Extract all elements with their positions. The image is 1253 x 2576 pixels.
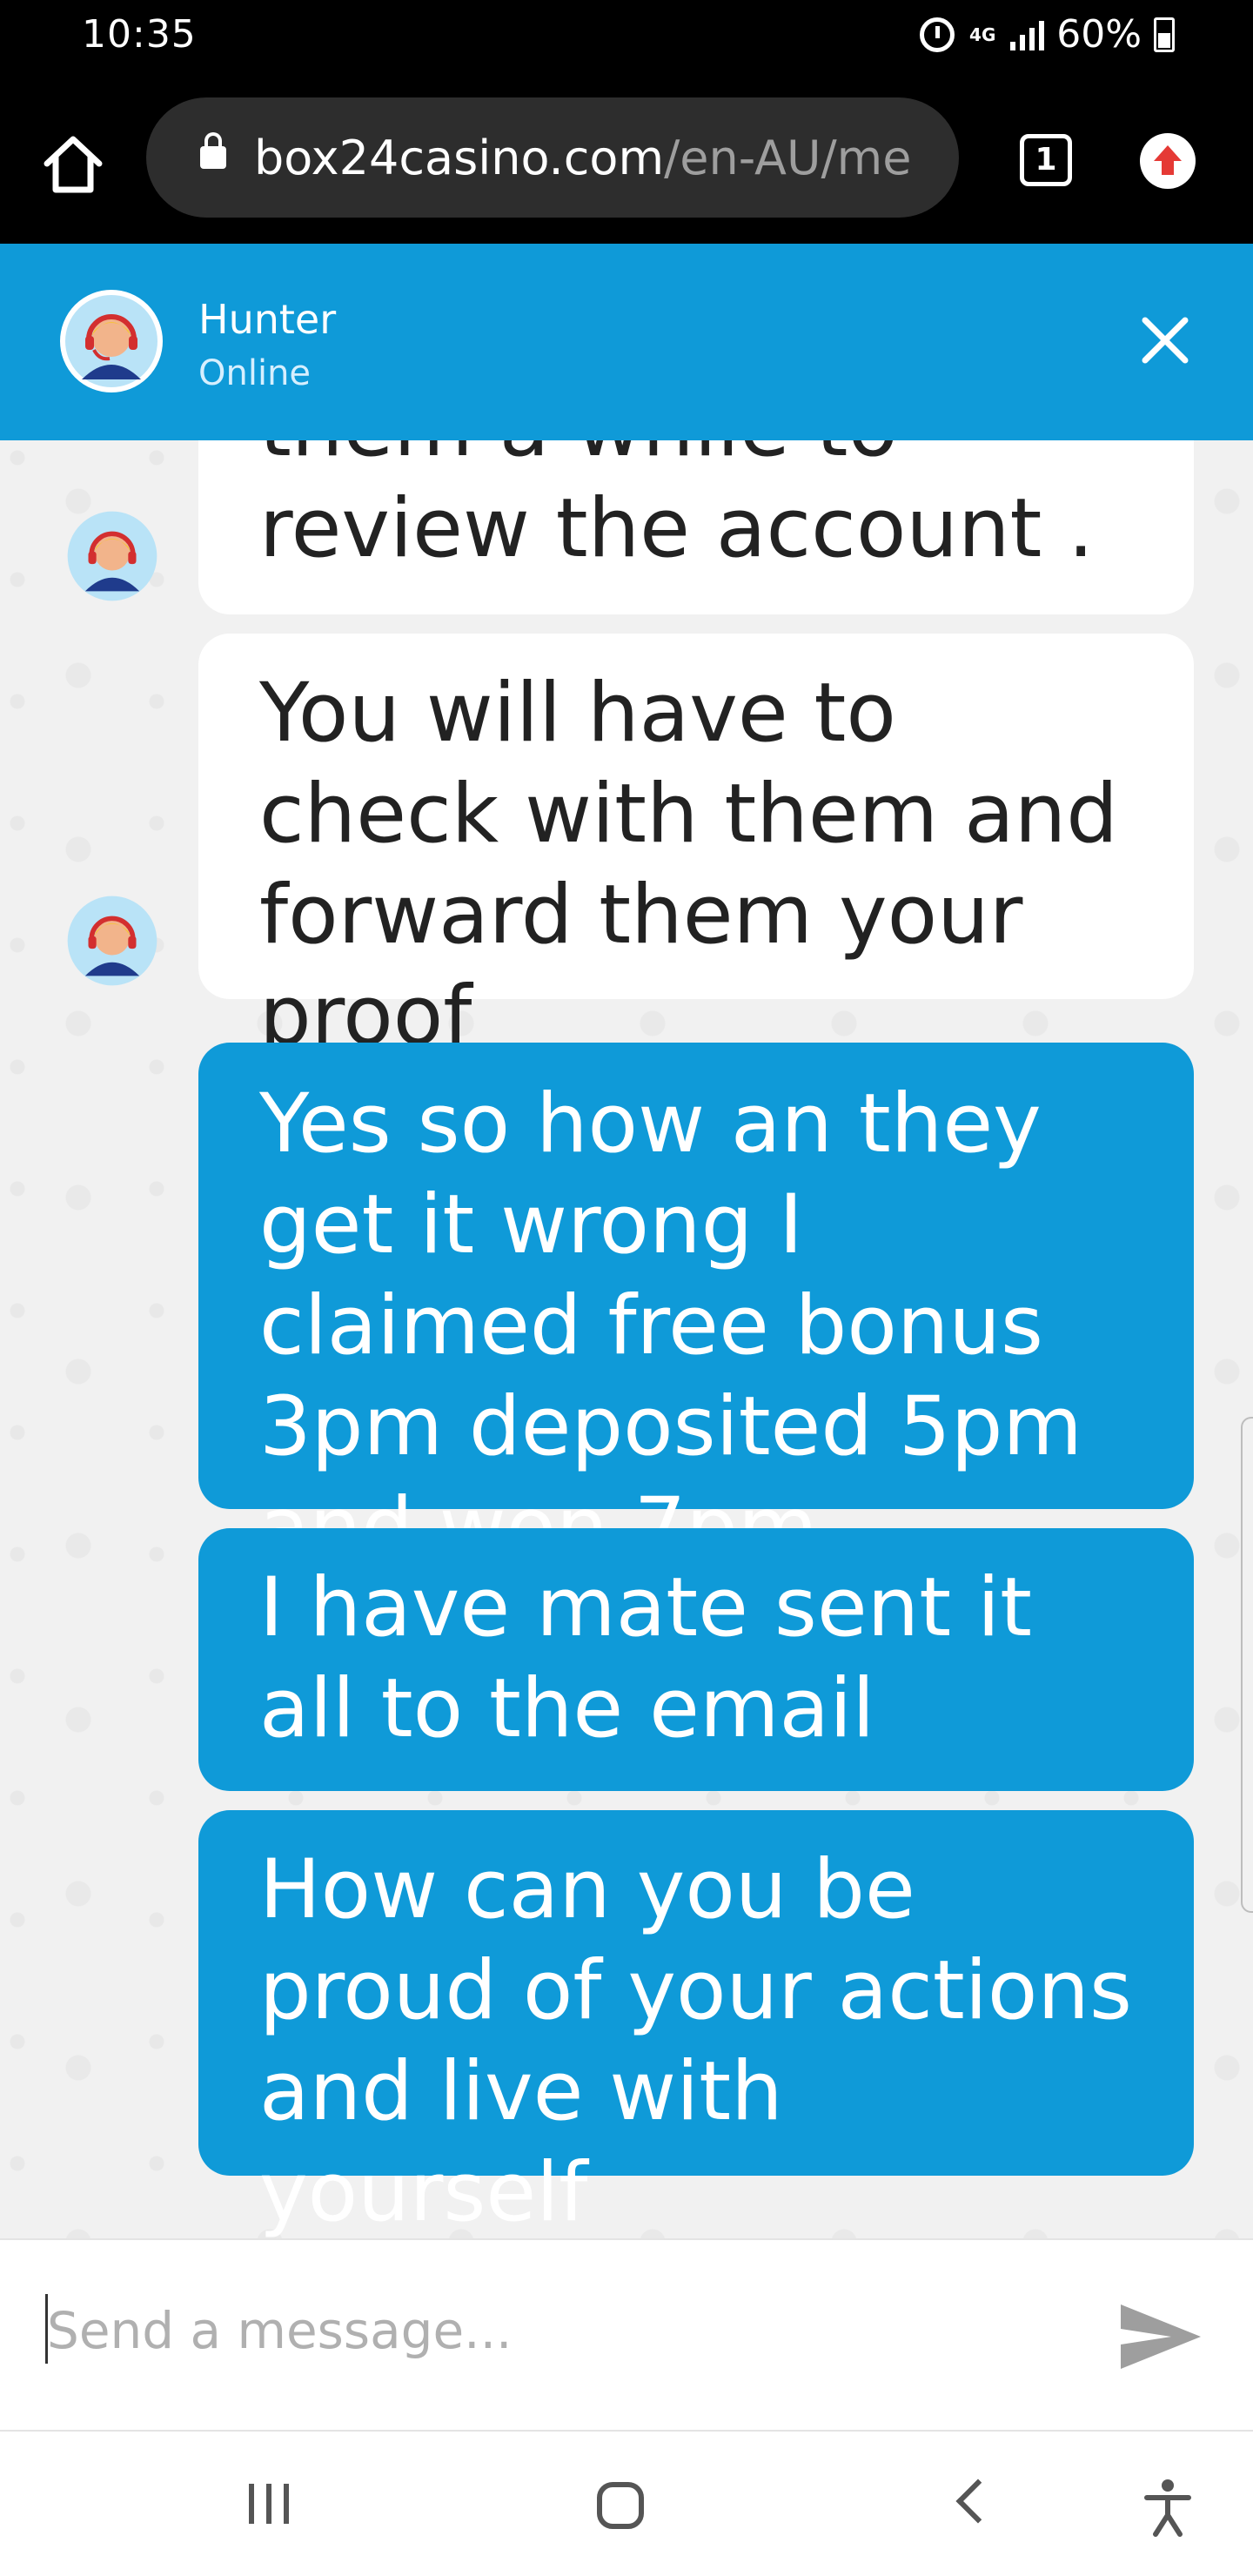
status-icons: 4G 60% [920, 12, 1175, 57]
support-agent-avatar-icon [67, 896, 157, 986]
network-type: 4G [969, 23, 996, 45]
message-input[interactable]: Send a message... [47, 2287, 1056, 2374]
status-time: 10:35 [82, 12, 197, 57]
battery-percent: 60% [1056, 12, 1142, 57]
send-icon[interactable] [1117, 2298, 1204, 2376]
browser-toolbar: box24casino.com/en-AU/me 1 [0, 78, 1253, 244]
lock-icon [200, 132, 226, 169]
message-text: I have mate sent it all to the email [259, 1560, 1032, 1756]
alarm-icon [920, 17, 955, 52]
support-agent-avatar-icon [60, 290, 163, 392]
message-bubble-agent: them a while to review the account . [198, 440, 1194, 614]
url-path: /en-AU/me [664, 130, 912, 185]
agent-status: Online [198, 353, 312, 393]
message-bubble-user: Yes so how an they get it wrong I claime… [198, 1043, 1194, 1575]
accessibility-icon[interactable] [1142, 2477, 1194, 2538]
url-domain: box24casino.com [254, 130, 665, 185]
status-bar: 10:35 4G 60% [0, 0, 1253, 78]
system-nav-bar [0, 2432, 1253, 2576]
support-agent-avatar-icon [67, 511, 157, 601]
message-text: Yes so how an they get it wrong I claime… [259, 1077, 1082, 1575]
chat-header: Hunter Online [0, 244, 1253, 440]
battery-icon [1154, 17, 1175, 52]
url-text[interactable]: box24casino.com/en-AU/me [254, 131, 915, 185]
message-text: them a while to review the account . [259, 440, 1095, 576]
close-icon[interactable] [1138, 313, 1192, 367]
signal-icon [1010, 19, 1045, 50]
home-nav-icon[interactable] [597, 2482, 644, 2529]
scrollbar[interactable] [1241, 1417, 1253, 1913]
back-icon[interactable] [955, 2479, 1001, 2524]
url-bar[interactable]: box24casino.com/en-AU/me [146, 97, 959, 218]
message-bubble-user: I have mate sent it all to the email [198, 1528, 1194, 1791]
message-bubble-agent: You will have to check with them and for… [198, 634, 1194, 1063]
message-text: How can you be proud of your actions and… [259, 1842, 1132, 2238]
recent-apps-icon[interactable] [249, 2484, 289, 2524]
home-icon[interactable] [38, 129, 108, 198]
message-bubble-user: How can you be proud of your actions and… [198, 1810, 1194, 2238]
message-text: You will have to check with them and for… [259, 666, 1118, 1063]
update-arrow-icon[interactable] [1140, 133, 1196, 189]
composer: Send a message... [0, 2238, 1253, 2432]
chat-messages[interactable]: them a while to review the account . You… [0, 440, 1253, 2238]
agent-name: Hunter [198, 296, 337, 343]
tabs-button[interactable]: 1 [1020, 134, 1072, 186]
